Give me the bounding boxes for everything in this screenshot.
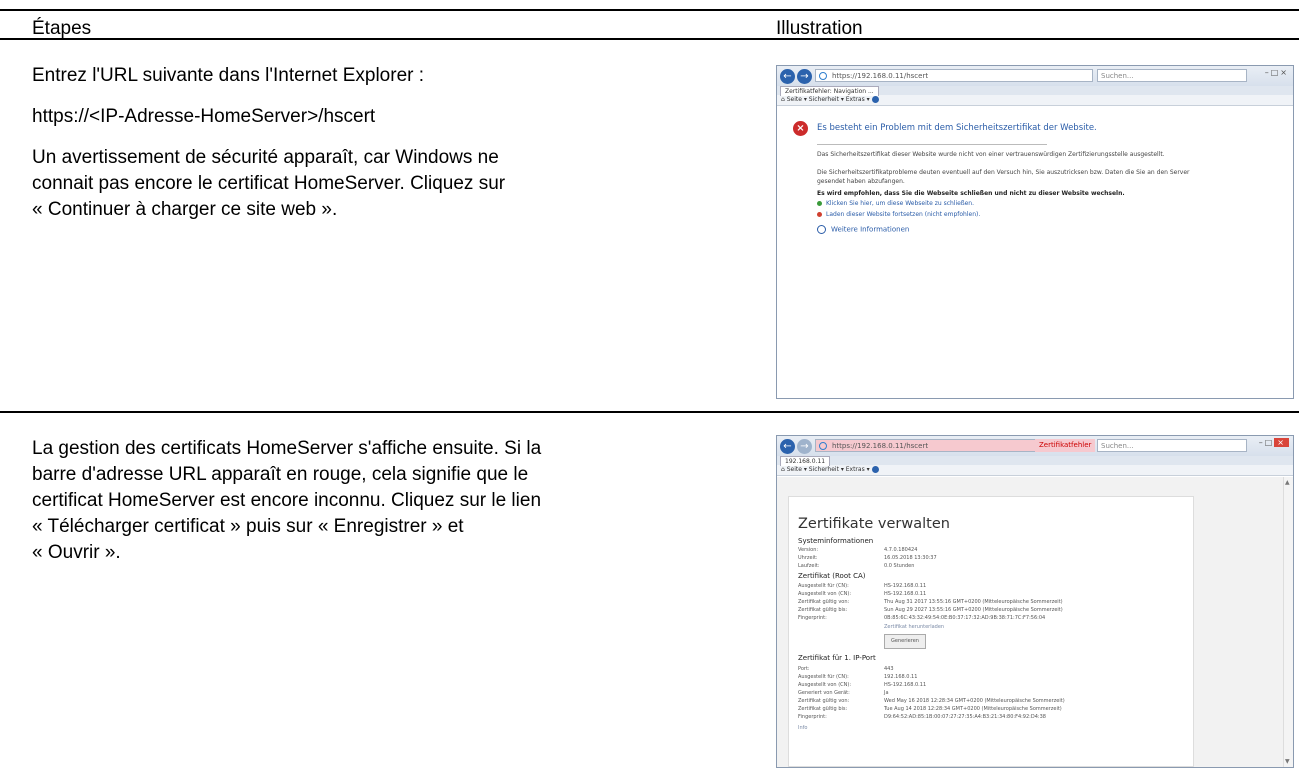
port-key: Port:: [798, 666, 810, 672]
search-input[interactable]: Suchen...: [1097, 69, 1247, 82]
port-key: Zertifikat gültig bis:: [798, 706, 848, 712]
help-icon[interactable]: [871, 466, 879, 473]
port-value: Ja: [884, 690, 889, 696]
step-1-text: Entrez l'URL suivante dans l'Internet Ex…: [32, 63, 732, 238]
shield-error-icon: ×: [793, 121, 808, 136]
tab-bar: 192.168.0.11: [777, 456, 1293, 466]
row-divider: [0, 411, 1299, 413]
step-1-explanation: Un avertissement de sécurité apparaît, c…: [32, 147, 506, 220]
section-heading-ip-port: Zertifikat für 1. IP-Port: [798, 654, 876, 662]
expand-icon: [817, 225, 826, 234]
tab-certificate-error[interactable]: Zertifikatfehler: Navigation ...: [780, 86, 879, 96]
sys-value: 4.7.0.180424: [884, 547, 918, 553]
port-key: Zertifikat gültig von:: [798, 698, 850, 704]
warning-paragraph-1: Das Sicherheitszertifikat dieser Website…: [817, 151, 1165, 158]
port-value: HS-192.168.0.11: [884, 682, 927, 688]
root-value: Sun Aug 29 2027 13:55:16 GMT+0200 (Mitte…: [884, 607, 1063, 613]
screenshot-certificate-warning: ← → https://192.168.0.11/hscert Suchen..…: [776, 65, 1294, 399]
page-content: Zertifikate verwalten Systeminformatione…: [788, 496, 1194, 767]
help-icon[interactable]: [871, 96, 879, 103]
scroll-down-icon[interactable]: ▼: [1285, 758, 1290, 765]
continue-to-site-link[interactable]: Laden dieser Website fortsetzen (nicht e…: [817, 211, 980, 218]
root-key: Ausgestellt für (CN):: [798, 583, 849, 589]
port-key: Generiert von Gerät:: [798, 690, 850, 696]
root-key: Fingerprint:: [798, 615, 827, 621]
step-1-instruction: Entrez l'URL suivante dans l'Internet Ex…: [32, 65, 425, 86]
forward-icon[interactable]: →: [797, 439, 812, 454]
forward-icon[interactable]: →: [797, 69, 812, 84]
port-value: D9:64:52:AD:85:1B:00:07:27:27:35:A4:B3:2…: [884, 714, 1046, 720]
command-bar: ⌂ Seite ▾ Sicherheit ▾ Extras ▾: [777, 95, 1293, 106]
root-key: Ausgestellt von (CN):: [798, 591, 852, 597]
more-information-link[interactable]: Weitere Informationen: [817, 225, 909, 234]
back-icon[interactable]: ←: [780, 69, 795, 84]
header-rule: [0, 38, 1299, 40]
table-top-rule: [0, 9, 1299, 11]
section-heading-system: Systeminformationen: [798, 537, 874, 545]
address-bar[interactable]: https://192.168.0.11/hscert: [815, 69, 1093, 82]
sys-value: 0.0 Stunden: [884, 563, 915, 569]
search-input[interactable]: Suchen...: [1097, 439, 1247, 452]
port-value: 192.168.0.11: [884, 674, 918, 680]
page-title: Zertifikate verwalten: [798, 516, 950, 532]
warning-recommendation: Es wird empfohlen, dass Sie die Webseite…: [817, 190, 1125, 197]
command-bar: ⌂ Seite ▾ Sicherheit ▾ Extras ▾: [777, 465, 1293, 476]
page-viewport: Zertifikate verwalten Systeminformatione…: [777, 477, 1293, 767]
divider: [817, 144, 1047, 145]
browser-titlebar: ← → https://192.168.0.11/hscert Zertifik…: [777, 436, 1293, 456]
root-value: HS-192.168.0.11: [884, 583, 927, 589]
download-certificate-link[interactable]: Zertifikat herunterladen: [884, 624, 944, 630]
certificate-error-badge[interactable]: Zertifikatfehler: [1035, 439, 1096, 452]
home-icon[interactable]: ⌂: [781, 96, 785, 103]
root-value: 0B:85:6C:43:32:49:54:0E:B0:37:17:32:AD:9…: [884, 615, 1046, 621]
close-page-link[interactable]: Klicken Sie hier, um diese Webseite zu s…: [817, 200, 974, 207]
root-key: Zertifikat gültig von:: [798, 599, 850, 605]
root-value: HS-192.168.0.11: [884, 591, 927, 597]
warning-title: Es besteht ein Problem mit dem Sicherhei…: [817, 123, 1097, 133]
home-icon[interactable]: ⌂: [781, 466, 785, 473]
column-header-illustration: Illustration: [776, 18, 863, 39]
red-shield-icon: [817, 212, 822, 217]
port-value: Wed May 16 2018 12:28:34 GMT+0200 (Mitte…: [884, 698, 1065, 704]
sys-key: Version:: [798, 547, 819, 553]
info-link[interactable]: Info: [798, 725, 807, 731]
browser-titlebar: ← → https://192.168.0.11/hscert Suchen..…: [777, 66, 1293, 86]
generate-button[interactable]: Generieren: [884, 634, 926, 649]
ie-icon: [819, 442, 827, 450]
port-key: Fingerprint:: [798, 714, 827, 720]
screenshot-certificate-management: ← → https://192.168.0.11/hscert Zertifik…: [776, 435, 1294, 768]
column-header-steps: Étapes: [32, 18, 92, 39]
root-value: Thu Aug 31 2017 13:55:16 GMT+0200 (Mitte…: [884, 599, 1063, 605]
tab-hscert[interactable]: 192.168.0.11: [780, 456, 831, 466]
port-value: Tue Aug 14 2018 12:28:34 GMT+0200 (Mitte…: [884, 706, 1062, 712]
sys-value: 16.05.2018 13:30:37: [884, 555, 937, 561]
step-2-explanation: La gestion des certificats HomeServer s'…: [32, 438, 542, 563]
section-heading-root-ca: Zertifikat (Root CA): [798, 572, 866, 580]
tab-bar: Zertifikatfehler: Navigation ...: [777, 86, 1293, 96]
scroll-up-icon[interactable]: ▲: [1285, 479, 1290, 486]
green-shield-icon: [817, 201, 822, 206]
port-key: Ausgestellt für (CN):: [798, 674, 849, 680]
sys-key: Uhrzeit:: [798, 555, 818, 561]
back-icon[interactable]: ←: [780, 439, 795, 454]
port-key: Ausgestellt von (CN):: [798, 682, 852, 688]
step-1-url: https://<IP-Adresse-HomeServer>/hscert: [32, 106, 376, 127]
sys-key: Laufzeit:: [798, 563, 820, 569]
window-controls[interactable]: –□×: [1259, 438, 1289, 447]
window-controls[interactable]: –□×: [1265, 68, 1289, 77]
ie-icon: [819, 72, 827, 80]
root-key: Zertifikat gültig bis:: [798, 607, 848, 613]
step-2-text: La gestion des certificats HomeServer s'…: [32, 436, 732, 581]
warning-paragraph-2: Die Sicherheitszertifikatprobleme deuten…: [817, 169, 1190, 185]
vertical-scrollbar[interactable]: ▲ ▼: [1283, 477, 1293, 767]
port-value: 443: [884, 666, 894, 672]
